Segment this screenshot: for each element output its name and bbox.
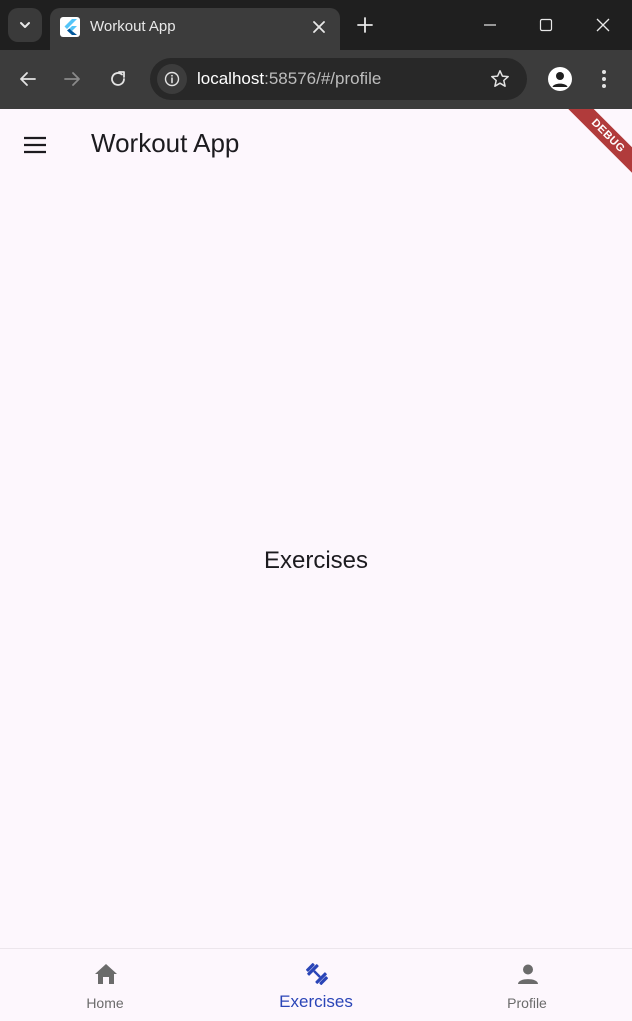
plus-icon — [357, 17, 373, 33]
browser-menu-button[interactable] — [594, 66, 614, 92]
person-icon — [515, 961, 541, 987]
url-text: localhost:58576/#/profile — [197, 69, 381, 89]
star-icon — [491, 70, 509, 87]
forward-button[interactable] — [57, 64, 87, 94]
url-path: :58576/#/profile — [264, 69, 382, 88]
close-icon — [313, 21, 325, 33]
new-tab-button[interactable] — [352, 12, 378, 38]
browser-toolbar: localhost:58576/#/profile — [0, 50, 632, 109]
tab-search-button[interactable] — [8, 8, 42, 42]
url-host: localhost — [197, 69, 265, 88]
address-bar[interactable]: localhost:58576/#/profile — [150, 58, 527, 100]
arrow-forward-icon — [64, 72, 80, 86]
bottom-navigation-bar: Home Exercises Profile — [0, 948, 632, 1021]
home-icon — [93, 961, 119, 987]
tab-close-button[interactable] — [308, 16, 330, 38]
maximize-icon — [539, 18, 553, 32]
nav-label-exercises: Exercises — [279, 992, 353, 1011]
chevron-down-icon — [20, 22, 30, 28]
browser-tab[interactable]: Workout App — [50, 8, 340, 50]
nav-label-home: Home — [86, 995, 124, 1011]
maximize-button[interactable] — [526, 8, 566, 42]
profile-button[interactable] — [548, 67, 572, 91]
nav-item-profile[interactable]: Profile — [422, 949, 632, 1021]
hamburger-menu-icon — [24, 136, 46, 154]
back-button[interactable] — [13, 64, 43, 94]
minimize-button[interactable] — [470, 8, 510, 42]
reload-button[interactable] — [103, 64, 133, 94]
app-viewport: Workout App DEBUG Exercises Home Exercis… — [0, 109, 632, 1021]
minimize-icon — [484, 24, 496, 26]
bookmark-button[interactable] — [489, 68, 511, 90]
page-content-text: Exercises — [263, 547, 369, 574]
app-title: Workout App — [91, 128, 240, 158]
app-bar: Workout App — [0, 109, 632, 179]
tab-title: Workout App — [90, 18, 176, 35]
flutter-logo-icon — [60, 17, 80, 37]
close-icon — [596, 18, 610, 32]
nav-item-home[interactable]: Home — [0, 949, 210, 1021]
reload-icon — [111, 71, 125, 86]
browser-tabstrip: Workout App — [0, 0, 632, 50]
account-icon — [552, 72, 568, 87]
arrow-back-icon — [20, 72, 36, 86]
dumbbell-icon — [304, 961, 330, 987]
more-vert-icon — [602, 70, 606, 88]
site-info-button[interactable] — [157, 64, 187, 94]
close-window-button[interactable] — [583, 8, 623, 42]
nav-item-exercises[interactable]: Exercises — [211, 949, 421, 1021]
nav-label-profile: Profile — [507, 995, 547, 1011]
info-icon — [164, 71, 180, 87]
menu-button[interactable] — [18, 128, 52, 162]
